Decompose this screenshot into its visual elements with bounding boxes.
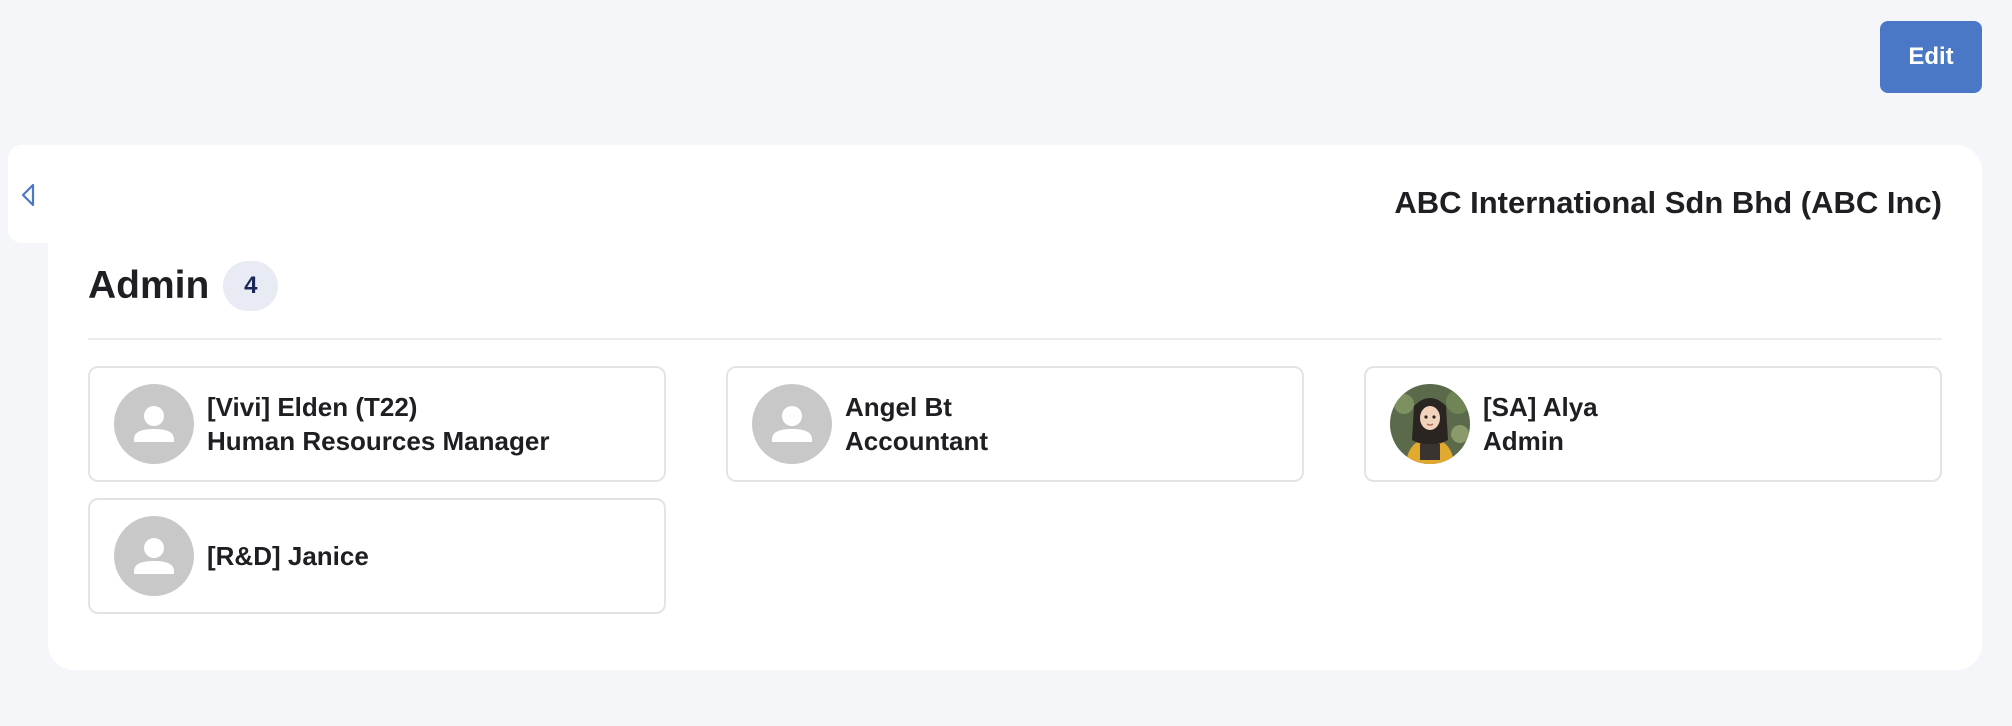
- avatar: [752, 384, 832, 464]
- member-card[interactable]: Angel Bt Accountant: [726, 366, 1304, 482]
- avatar-photo: [1390, 384, 1470, 464]
- page: Edit ABC International Sdn Bhd (ABC Inc)…: [0, 0, 2012, 726]
- group-header: Admin 4: [88, 261, 279, 311]
- avatar: [114, 384, 194, 464]
- avatar: [114, 516, 194, 596]
- edit-button[interactable]: Edit: [1880, 21, 1982, 93]
- member-card[interactable]: [SA] Alya Admin: [1364, 366, 1942, 482]
- member-role: Accountant: [845, 426, 988, 456]
- member-role: Human Resources Manager: [207, 426, 550, 456]
- member-card[interactable]: [Vivi] Elden (T22) Human Resources Manag…: [88, 366, 666, 482]
- member-name: [SA] Alya: [1483, 392, 1598, 422]
- member-count-badge: 4: [223, 261, 279, 311]
- group-title: Admin: [88, 264, 210, 307]
- person-placeholder-icon: [772, 406, 812, 442]
- person-placeholder-icon: [134, 538, 174, 574]
- profile-photo: [1390, 384, 1470, 464]
- member-card[interactable]: [R&D] Janice: [88, 498, 666, 614]
- organization-name: ABC International Sdn Bhd (ABC Inc): [1394, 185, 1942, 220]
- person-placeholder-icon: [134, 406, 174, 442]
- member-name: [R&D] Janice: [207, 541, 369, 571]
- member-role: Admin: [1483, 426, 1564, 456]
- organization-card: ABC International Sdn Bhd (ABC Inc) Admi…: [48, 145, 1982, 670]
- divider: [88, 338, 1942, 340]
- member-name: Angel Bt: [845, 392, 952, 422]
- caret-left-icon: [21, 183, 35, 207]
- member-name: [Vivi] Elden (T22): [207, 392, 418, 422]
